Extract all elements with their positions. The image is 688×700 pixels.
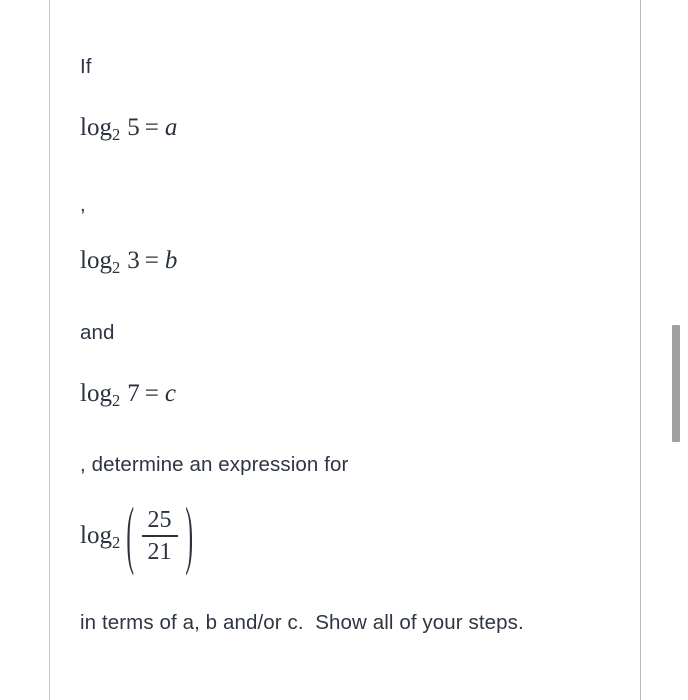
problem-content-column: If log2 5 = a , log2 3 = b and log2 7 = c , deter… — [80, 0, 625, 700]
variable-c: c — [164, 380, 176, 407]
log-argument: 5 — [127, 114, 140, 141]
open-paren: ( — [126, 495, 135, 578]
fraction: 25 21 — [141, 507, 178, 566]
equation-log2-5-equals-a: log2 5 = a — [80, 115, 177, 143]
close-paren: ) — [184, 495, 193, 578]
equals-sign: = — [144, 247, 159, 274]
equation-log2-3-equals-b: log2 3 = b — [80, 248, 177, 276]
variable-a: a — [164, 114, 178, 141]
page-right-border-rule — [640, 0, 641, 700]
log-base-subscript: 2 — [111, 532, 121, 552]
log-argument: 3 — [127, 247, 140, 274]
problem-line-instructions: in terms of a, b and/or c. Show all of y… — [80, 611, 524, 634]
problem-line-comma: , — [80, 193, 86, 216]
log-function-name: log — [80, 247, 112, 274]
page-left-border-rule — [49, 0, 50, 700]
log-function-name: log — [80, 380, 112, 407]
log-base-subscript: 2 — [111, 390, 121, 410]
problem-line-and: and — [80, 321, 115, 344]
equals-sign: = — [144, 380, 159, 407]
log-function-name: log — [80, 521, 112, 549]
equals-sign: = — [144, 114, 159, 141]
document-page: If log2 5 = a , log2 3 = b and log2 7 = c , deter… — [0, 0, 688, 700]
expression-log2-25-over-21: log2 ( 25 21 ) — [80, 499, 199, 575]
log-function-name: log — [80, 114, 112, 141]
vertical-scrollbar-thumb[interactable] — [672, 325, 680, 442]
equation-log2-7-equals-c: log2 7 = c — [80, 381, 176, 409]
vertical-scrollbar-track[interactable] — [671, 0, 685, 700]
log-base-subscript: 2 — [111, 257, 121, 277]
log-with-base: log2 — [80, 523, 120, 551]
variable-b: b — [164, 247, 178, 274]
fraction-numerator: 25 — [147, 507, 172, 533]
problem-line-determine: , determine an expression for — [80, 453, 349, 476]
problem-line-if: If — [80, 55, 92, 78]
fraction-expression-group: log2 ( 25 21 ) — [80, 499, 199, 575]
fraction-denominator: 21 — [147, 539, 172, 566]
fraction-bar — [141, 535, 178, 538]
log-argument: 7 — [127, 380, 140, 407]
log-base-subscript: 2 — [111, 124, 121, 144]
